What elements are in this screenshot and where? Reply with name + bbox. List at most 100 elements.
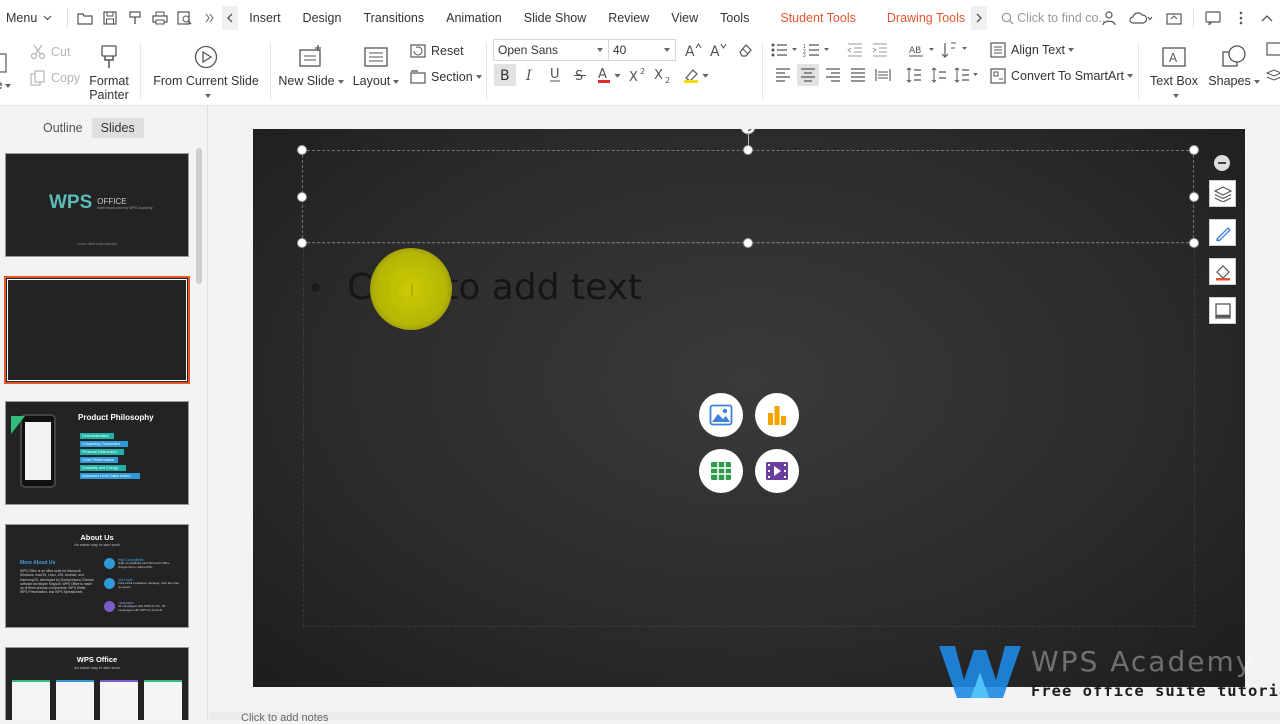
resize-handle-ne[interactable] [1189,145,1199,155]
from-current-slide-button[interactable]: From Current Slide [150,40,262,102]
tab-design[interactable]: Design [292,0,353,36]
tab-slide-show[interactable]: Slide Show [513,0,598,36]
slide-thumbnail-1[interactable]: WPS OFFICE Brief introduction by WPS Aca… [5,153,189,257]
tab-review[interactable]: Review [597,0,660,36]
resize-handle-nw[interactable] [297,145,307,155]
resize-handle-w[interactable] [297,192,307,202]
share-icon[interactable] [1159,0,1189,36]
tab-drawing-tools[interactable]: Drawing Tools [867,0,971,36]
tab-insert[interactable]: Insert [238,0,291,36]
subscript-icon[interactable]: X2 [652,64,674,86]
paste-button[interactable]: te [0,44,11,92]
print-preview-icon[interactable] [172,0,197,36]
sort-icon[interactable] [940,39,970,61]
body-text-area[interactable]: Click to add text [311,267,642,308]
shapes-button[interactable]: Shapes [1208,40,1260,88]
convert-smartart-button[interactable]: Convert To SmartArt [990,68,1133,84]
format-painter-button[interactable]: Format Painter [86,40,132,102]
panel-scrollbar[interactable] [196,148,202,284]
slide-thumbnail-2[interactable] [4,276,190,384]
save-icon[interactable] [97,0,122,36]
increase-indent-icon[interactable] [869,39,891,61]
justify-icon[interactable] [847,64,869,86]
layout-button[interactable]: Layout [350,40,402,88]
highlight-icon[interactable] [682,64,712,86]
paste-label: te [0,78,2,92]
font-name-select[interactable]: Open Sans [493,39,609,61]
title-placeholder[interactable] [302,150,1194,243]
paragraph-spacing-icon[interactable] [928,64,950,86]
tab-view[interactable]: View [660,0,709,36]
section-button[interactable]: Section [410,69,482,85]
tab-animation[interactable]: Animation [435,0,513,36]
align-right-icon[interactable] [822,64,844,86]
bullets-icon[interactable] [770,39,800,61]
underline-icon[interactable]: U [544,64,566,86]
insert-table-button[interactable] [699,449,743,493]
collapse-ribbon-icon[interactable] [1254,0,1280,36]
more-insert-tools[interactable] [1266,42,1280,58]
numbering-icon[interactable]: 123 [802,39,832,61]
font-size-select[interactable]: 40 [608,39,676,61]
decrease-indent-icon[interactable] [844,39,866,61]
shape-style-button[interactable] [1209,219,1236,246]
slide-thumbnail-4[interactable]: About Us An easier way to start work Mor… [5,524,189,628]
resize-handle-sw[interactable] [297,238,307,248]
resize-handle-e[interactable] [1189,192,1199,202]
arrange-tools[interactable] [1266,68,1280,84]
tab-transitions[interactable]: Transitions [352,0,435,36]
decrease-font-icon[interactable]: A [707,39,729,61]
strikethrough-icon[interactable]: S [569,64,591,86]
align-text-button[interactable]: Align Text [990,42,1074,58]
italic-icon[interactable]: I [519,64,541,86]
current-slide[interactable]: Click to add text [253,129,1245,687]
shape-fill-button[interactable] [1209,258,1236,285]
tabs-scroll-left-icon[interactable] [222,6,238,30]
from-current-slide-label: From Current Slide [153,74,259,88]
distribute-icon[interactable] [872,64,894,86]
format-painter-quick-icon[interactable] [122,0,147,36]
shape-layers-button[interactable] [1209,180,1236,207]
comment-icon[interactable] [1198,0,1228,36]
print-icon[interactable] [147,0,172,36]
spacing-options-icon[interactable] [953,64,981,86]
open-folder-icon[interactable] [72,0,97,36]
clear-format-icon[interactable] [734,39,756,61]
tab-outline[interactable]: Outline [34,118,92,138]
line-spacing-icon[interactable] [903,64,925,86]
slide-thumbnail-5[interactable]: WPS Office An easier way to start work [5,647,189,720]
thumb4-title: About Us [6,533,188,542]
insert-picture-button[interactable] [699,393,743,437]
new-slide-button[interactable]: New Slide [278,40,344,88]
more-chevrons-icon[interactable] [197,0,222,36]
copy-button[interactable]: Copy [30,70,80,86]
collapse-toolbar-icon[interactable] [1214,155,1230,171]
collaborate-icon[interactable] [1095,0,1123,36]
insert-chart-button[interactable] [755,393,799,437]
text-box-button[interactable]: A Text Box [1146,40,1202,102]
align-center-icon[interactable] [797,64,819,86]
cut-button[interactable]: Cut [30,44,70,60]
increase-font-icon[interactable]: A [682,39,704,61]
resize-handle-n[interactable] [743,145,753,155]
tab-student-tools[interactable]: Student Tools [760,0,867,36]
reset-button[interactable]: Reset [410,43,464,59]
slide-thumbnail-3[interactable]: Product Philosophy Decentralization Comp… [5,401,189,505]
tabs-scroll-right-icon[interactable] [971,6,987,30]
tab-tools[interactable]: Tools [709,0,760,36]
resize-handle-s[interactable] [743,238,753,248]
notes-bar[interactable]: Click to add notes [209,712,1280,720]
more-vertical-icon[interactable] [1228,0,1254,36]
align-left-icon[interactable] [772,64,794,86]
bold-icon[interactable]: B [494,64,516,86]
superscript-icon[interactable]: X2 [627,64,649,86]
font-color-icon[interactable]: A [596,64,624,86]
main-menu-label: Menu [6,11,37,25]
shape-outline-button[interactable] [1209,297,1236,324]
insert-video-button[interactable] [755,449,799,493]
main-menu-button[interactable]: Menu [0,0,63,36]
resize-handle-se[interactable] [1189,238,1199,248]
text-direction-icon[interactable]: AB [907,39,937,61]
tab-slides[interactable]: Slides [92,118,144,138]
cloud-upload-icon[interactable] [1123,0,1159,36]
